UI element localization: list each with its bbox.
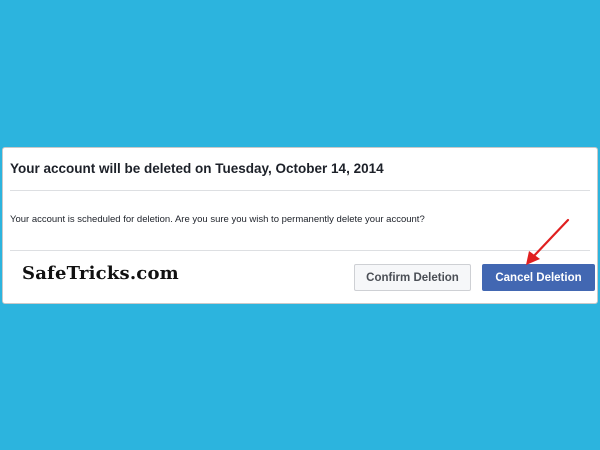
delete-account-dialog: Your account will be deleted on Tuesday,… xyxy=(2,147,598,304)
cancel-deletion-button[interactable]: Cancel Deletion xyxy=(482,264,595,291)
watermark-logo: SafeTricks.com xyxy=(22,263,179,284)
dialog-title: Your account will be deleted on Tuesday,… xyxy=(10,161,384,176)
confirm-deletion-button[interactable]: Confirm Deletion xyxy=(354,264,471,291)
dialog-message: Your account is scheduled for deletion. … xyxy=(10,214,425,225)
footer-divider xyxy=(10,250,590,251)
title-divider xyxy=(10,190,590,191)
